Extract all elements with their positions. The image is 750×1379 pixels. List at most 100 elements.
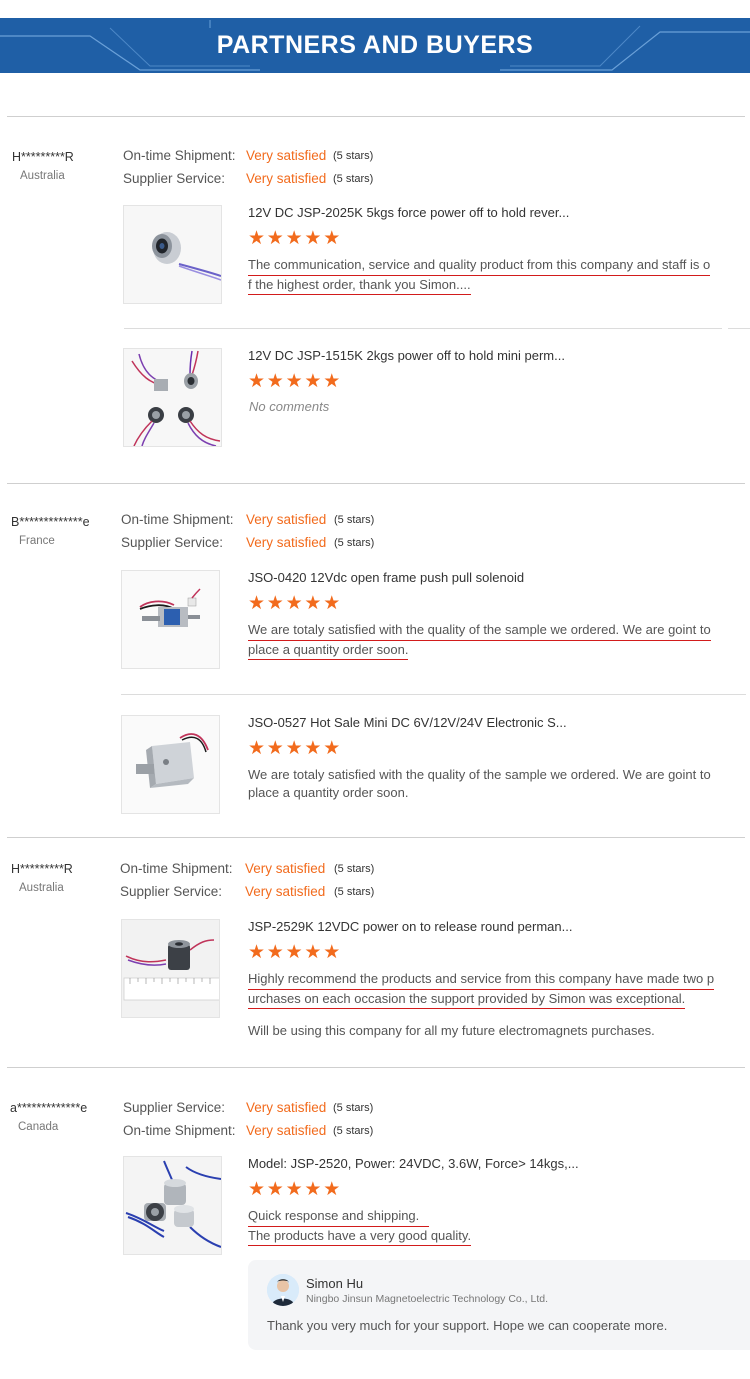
star-icon: ★	[285, 228, 303, 249]
star-icon: ★	[285, 1179, 303, 1200]
reply-author: Simon Hu	[306, 1276, 364, 1291]
product-title[interactable]: Model: JSP-2520, Power: 24VDC, 3.6W, For…	[248, 1156, 579, 1171]
avatar	[267, 1274, 299, 1306]
no-comments: No comments	[249, 399, 330, 414]
product-title[interactable]: JSO-0527 Hot Sale Mini DC 6V/12V/24V Ele…	[248, 715, 567, 730]
buyer-name: a*************e	[10, 1101, 88, 1115]
review-comment: Quick response and shipping. The product…	[248, 1207, 472, 1246]
divider	[124, 328, 722, 329]
star-icon: ★	[285, 371, 303, 392]
star-icon: ★	[304, 1179, 322, 1200]
star-icon: ★	[304, 738, 322, 759]
rating-label: Supplier Service:	[123, 171, 226, 186]
buyer-country: France	[19, 535, 55, 547]
star-icon: ★	[248, 371, 266, 392]
star-rating: ★ ★ ★ ★ ★	[248, 739, 341, 758]
rating-stars-text: (5 stars)	[333, 1125, 374, 1137]
two-magnets-icon[interactable]	[123, 1156, 222, 1255]
star-icon: ★	[266, 1179, 284, 1200]
rating-value: Very satisfied	[245, 884, 326, 899]
supplier-reply: Simon Hu Ningbo Jinsun Magnetoelectric T…	[248, 1260, 750, 1350]
comment-line: The products have a very good quality.	[248, 1227, 472, 1246]
push-pull-solenoid-icon[interactable]	[121, 570, 220, 669]
star-icon: ★	[304, 228, 322, 249]
star-icon: ★	[323, 942, 341, 963]
comment-line: The communication, service and quality p…	[248, 256, 711, 276]
rating-value: Very satisfied	[246, 512, 327, 527]
rating-stars-text: (5 stars)	[334, 537, 375, 549]
comment-line: f the highest order, thank you Simon....	[248, 276, 471, 295]
star-icon: ★	[304, 371, 322, 392]
star-icon: ★	[266, 371, 284, 392]
section-title: PARTNERS AND BUYERS	[216, 31, 534, 59]
buyer-name: H*********R	[11, 862, 73, 876]
star-icon: ★	[248, 738, 266, 759]
star-icon: ★	[304, 593, 322, 614]
comment-line: urchases on each occasion the support pr…	[248, 990, 686, 1009]
rating-label: Supplier Service:	[123, 1100, 226, 1115]
star-icon: ★	[285, 738, 303, 759]
rating-stars-text: (5 stars)	[333, 150, 374, 162]
rating-value: Very satisfied	[245, 861, 326, 876]
round-magnet-icon[interactable]	[123, 205, 222, 304]
star-icon: ★	[266, 738, 284, 759]
star-icon: ★	[323, 228, 341, 249]
rating-value: Very satisfied	[246, 148, 327, 163]
reply-text: Thank you very much for your support. Ho…	[267, 1318, 668, 1333]
buyer-country: Australia	[20, 170, 65, 182]
review-comment: We are totaly satisfied with the quality…	[248, 766, 711, 801]
divider	[7, 837, 745, 838]
buyer-country: Canada	[18, 1121, 59, 1133]
star-icon: ★	[266, 228, 284, 249]
star-icon: ★	[248, 228, 266, 249]
rating-stars-text: (5 stars)	[334, 863, 375, 875]
review-comment-extra: Will be using this company for all my fu…	[248, 1023, 655, 1038]
star-icon: ★	[323, 371, 341, 392]
star-rating: ★ ★ ★ ★ ★	[248, 594, 341, 613]
rating-label: On-time Shipment:	[123, 1123, 236, 1138]
rating-value: Very satisfied	[246, 171, 327, 186]
divider	[728, 328, 750, 329]
product-title[interactable]: JSO-0420 12Vdc open frame push pull sole…	[248, 570, 524, 585]
star-icon: ★	[323, 738, 341, 759]
divider	[7, 483, 745, 484]
rating-label: On-time Shipment:	[120, 861, 233, 876]
divider	[7, 1067, 745, 1068]
four-magnets-icon[interactable]	[123, 348, 222, 447]
star-icon: ★	[248, 593, 266, 614]
rating-label: Supplier Service:	[120, 884, 223, 899]
rating-stars-text: (5 stars)	[334, 886, 375, 898]
comment-line: We are totaly satisfied with the quality…	[248, 767, 711, 782]
magnet-with-ruler-icon[interactable]	[121, 919, 220, 1018]
star-rating: ★ ★ ★ ★ ★	[248, 943, 341, 962]
comment-line: place a quantity order soon.	[248, 641, 409, 660]
star-icon: ★	[266, 942, 284, 963]
buyer-name: H*********R	[12, 150, 74, 164]
reply-company: Ningbo Jinsun Magnetoelectric Technology…	[306, 1293, 549, 1305]
review-comment: The communication, service and quality p…	[248, 256, 711, 295]
star-rating: ★ ★ ★ ★ ★	[248, 372, 341, 391]
star-rating: ★ ★ ★ ★ ★	[248, 1180, 341, 1199]
star-icon: ★	[304, 942, 322, 963]
review-comment: Highly recommend the products and servic…	[248, 970, 715, 1009]
rating-stars-text: (5 stars)	[333, 173, 374, 185]
comment-line: We are totaly satisfied with the quality…	[248, 621, 711, 641]
rating-value: Very satisfied	[246, 1123, 327, 1138]
review-comment: We are totaly satisfied with the quality…	[248, 621, 711, 660]
divider	[121, 694, 746, 695]
section-banner: PARTNERS AND BUYERS	[0, 18, 750, 73]
product-title[interactable]: 12V DC JSP-2025K 5kgs force power off to…	[248, 205, 569, 220]
rating-label: Supplier Service:	[121, 535, 224, 550]
star-rating: ★ ★ ★ ★ ★	[248, 229, 341, 248]
comment-line: Highly recommend the products and servic…	[248, 970, 715, 990]
rating-label: On-time Shipment:	[123, 148, 236, 163]
rating-value: Very satisfied	[246, 535, 327, 550]
star-icon: ★	[248, 942, 266, 963]
star-icon: ★	[323, 1179, 341, 1200]
star-icon: ★	[285, 593, 303, 614]
product-title[interactable]: 12V DC JSP-1515K 2kgs power off to hold …	[248, 348, 565, 363]
product-title[interactable]: JSP-2529K 12VDC power on to release roun…	[248, 919, 572, 934]
buyer-country: Australia	[19, 882, 64, 894]
lock-solenoid-icon[interactable]	[121, 715, 220, 814]
star-icon: ★	[285, 942, 303, 963]
